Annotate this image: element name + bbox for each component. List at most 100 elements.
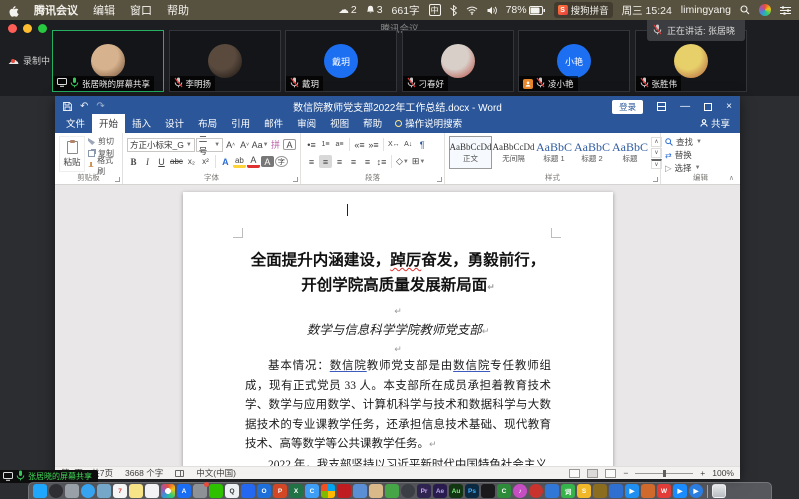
replace-button[interactable]: ⇄替换	[665, 149, 736, 161]
tab-帮助[interactable]: 帮助	[356, 114, 389, 133]
italic-button[interactable]: I	[141, 155, 154, 168]
justify-button[interactable]: ≡	[347, 155, 360, 168]
subscript-button[interactable]: x₂	[185, 155, 198, 168]
dock-app-store-icon[interactable]: A	[177, 484, 191, 498]
dock-trash-icon[interactable]	[712, 484, 726, 498]
dock-safari-icon[interactable]	[81, 484, 95, 498]
dock-calendar-icon[interactable]: 7	[113, 484, 127, 498]
dock-preview-icon[interactable]	[97, 484, 111, 498]
tab-开始[interactable]: 开始	[92, 114, 125, 133]
tab-插入[interactable]: 插入	[125, 114, 158, 133]
tab-审阅[interactable]: 审阅	[290, 114, 323, 133]
zoom-level[interactable]: 100%	[712, 468, 734, 478]
tab-设计[interactable]: 设计	[158, 114, 191, 133]
sort-button[interactable]: A↓	[402, 138, 415, 151]
text-effects-button[interactable]: A	[219, 155, 232, 168]
tab-文件[interactable]: 文件	[59, 114, 92, 133]
menu-window[interactable]: 窗口	[130, 2, 152, 18]
save-icon[interactable]	[63, 102, 72, 111]
restore-button[interactable]	[704, 103, 712, 111]
tab-邮件[interactable]: 邮件	[257, 114, 290, 133]
sign-in-button[interactable]: 登录	[612, 100, 643, 114]
decrease-indent-button[interactable]: «≡	[353, 138, 366, 151]
style-标题[interactable]: AaBbC标题	[611, 136, 649, 169]
web-layout-icon[interactable]	[605, 469, 616, 478]
proofing-icon[interactable]	[175, 470, 184, 477]
participant-tile[interactable]: 李明扬	[169, 30, 281, 92]
tab-引用[interactable]: 引用	[224, 114, 257, 133]
volume-icon[interactable]	[487, 6, 497, 15]
redo-icon[interactable]: ↷	[96, 101, 104, 112]
dock-xunlei-icon[interactable]: ▶	[625, 484, 639, 498]
menu-help[interactable]: 帮助	[167, 2, 189, 18]
language-indicator[interactable]: 中文(中国)	[196, 467, 236, 479]
style-无间隔[interactable]: AaBbCcDd无间隔	[492, 136, 535, 169]
wifi-icon[interactable]	[466, 6, 478, 15]
dock-outlook-icon[interactable]: O	[257, 484, 271, 498]
dock-mountain-app-icon[interactable]	[609, 484, 623, 498]
enclose-characters-button[interactable]: 字	[275, 156, 288, 167]
paragraph-dialog-launcher[interactable]	[437, 177, 442, 182]
menu-clock[interactable]: 周三 15:24	[622, 3, 672, 18]
style-标题 2[interactable]: AaBbC标题 2	[573, 136, 611, 169]
zoom-out-button[interactable]: −	[623, 468, 628, 478]
dock-camtasia-icon[interactable]: C	[497, 484, 511, 498]
font-size-select[interactable]: 二号▼	[196, 138, 223, 152]
dock-books-app-icon[interactable]	[545, 484, 559, 498]
dock-excel-icon[interactable]: X	[289, 484, 303, 498]
bullet-list-button[interactable]: •≡	[305, 138, 318, 151]
strikethrough-button[interactable]: abc	[169, 155, 184, 168]
participant-tile[interactable]: 张居晓的屏幕共享	[52, 30, 164, 92]
close-button[interactable]: ×	[726, 102, 732, 112]
styles-dialog-launcher[interactable]	[653, 177, 658, 182]
shrink-font-button[interactable]: A˅	[238, 138, 251, 151]
dock-wechat-icon[interactable]	[209, 484, 223, 498]
dock-black-app-icon[interactable]	[481, 484, 495, 498]
increase-indent-button[interactable]: »≡	[367, 138, 380, 151]
bluetooth-icon[interactable]	[450, 5, 457, 16]
line-spacing-button[interactable]: ↕≡	[375, 155, 388, 168]
grow-font-button[interactable]: A˄	[224, 138, 237, 151]
dock-wps-icon[interactable]: W	[657, 484, 671, 498]
dock-tencent-meeting-icon[interactable]	[241, 484, 255, 498]
dock-jianying-icon[interactable]	[337, 484, 351, 498]
dock-siri-icon[interactable]	[49, 484, 63, 498]
font-dialog-launcher[interactable]	[293, 177, 298, 182]
dock-audition-icon[interactable]: Au	[449, 484, 463, 498]
control-center-icon[interactable]	[780, 6, 791, 15]
shading-button[interactable]: ◇▼	[395, 155, 410, 168]
dock-green-utility-icon[interactable]	[385, 484, 399, 498]
participant-tile[interactable]: 刁春好	[402, 30, 514, 92]
undo-icon[interactable]: ↶	[80, 101, 88, 112]
show-marks-button[interactable]: ¶	[416, 138, 429, 151]
dock-camera-app-icon[interactable]	[401, 484, 415, 498]
notification-bell-icon[interactable]: 3	[366, 4, 383, 16]
ribbon-display-options-icon[interactable]	[657, 102, 666, 111]
dock-windows-icon[interactable]	[321, 484, 335, 498]
menu-edit[interactable]: 编辑	[93, 2, 115, 18]
bold-button[interactable]: B	[127, 155, 140, 168]
dock-tencent-classroom-icon[interactable]: C	[305, 484, 319, 498]
dock-potplayer-icon[interactable]: ▶	[689, 484, 703, 498]
minimize-button[interactable]: —	[680, 102, 690, 112]
change-case-button[interactable]: Aa▼	[252, 138, 268, 151]
format-painter-button[interactable]: 格式刷	[88, 160, 118, 171]
word-count-indicator[interactable]: 661字	[392, 3, 420, 18]
share-button[interactable]: 共享	[700, 116, 730, 133]
dock-qq-icon[interactable]: Q	[225, 484, 239, 498]
dock-premiere-icon[interactable]: Pr	[417, 484, 431, 498]
dock-pdf-reader-icon[interactable]	[529, 484, 543, 498]
paste-button[interactable]: 粘贴	[59, 136, 85, 172]
participant-tile[interactable]: 小艳凌小艳	[518, 30, 630, 92]
sogou-ime-badge[interactable]: S 搜狗拼音	[554, 2, 613, 18]
dock-finder-icon[interactable]	[33, 484, 47, 498]
dock-files-folder-icon[interactable]	[369, 484, 383, 498]
underline-button[interactable]: U	[155, 155, 168, 168]
dock-brick-app-icon[interactable]	[593, 484, 607, 498]
align-right-button[interactable]: ≡	[333, 155, 346, 168]
print-layout-icon[interactable]	[587, 469, 598, 478]
dock-powerpoint-icon[interactable]: P	[273, 484, 287, 498]
borders-button[interactable]: ⊞▼	[411, 155, 427, 168]
battery-indicator[interactable]: 78%	[506, 4, 545, 16]
word-count[interactable]: 3668 个字	[125, 467, 163, 479]
